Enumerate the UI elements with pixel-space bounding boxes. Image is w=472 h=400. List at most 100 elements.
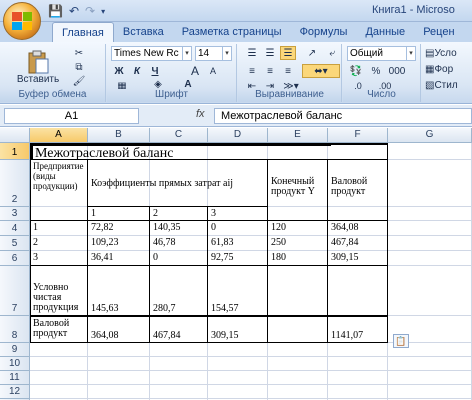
undo-icon[interactable]: ↶ — [69, 4, 79, 18]
cell-d4[interactable]: 0 — [209, 222, 267, 235]
font-size-dropdown-icon[interactable]: ▾ — [223, 46, 232, 61]
cell-b4[interactable]: 72,82 — [89, 222, 147, 235]
cell-b2[interactable]: Коэффициенты прямых затрат aij — [89, 178, 267, 192]
align-left-button[interactable]: ≡ — [244, 64, 260, 78]
row-header-12[interactable]: 12 — [0, 385, 30, 399]
redo-icon[interactable]: ↷ — [85, 4, 95, 18]
number-format-field[interactable]: Общий — [347, 46, 407, 61]
tab-insert[interactable]: Вставка — [114, 22, 173, 42]
merge-center-button[interactable]: ⬌▾ — [302, 64, 340, 78]
cell-c7[interactable]: 280,7 — [151, 303, 207, 315]
align-center-button[interactable]: ≡ — [262, 64, 278, 78]
cell-e5[interactable]: 250 — [269, 237, 327, 250]
cell-f8[interactable]: 1141,07 — [329, 330, 387, 342]
cell-a7[interactable]: Условно чистая продукция — [31, 268, 87, 314]
font-name-field[interactable]: Times New Rc — [111, 46, 183, 61]
grow-font-button[interactable]: A — [187, 64, 203, 78]
bold-button[interactable]: Ж — [111, 64, 127, 78]
function-icon[interactable]: fx — [196, 108, 205, 120]
wrap-text-button[interactable]: ⤶ — [324, 46, 340, 60]
customize-qat-icon[interactable]: ▾ — [101, 7, 105, 16]
office-button[interactable] — [3, 2, 41, 40]
cell-f6[interactable]: 309,15 — [329, 252, 387, 265]
font-size-field[interactable]: 14 — [195, 46, 223, 61]
tab-formulas[interactable]: Формулы — [291, 22, 357, 42]
conditional-formatting-button[interactable]: ▤ Усло — [424, 46, 472, 60]
row-header-9[interactable]: 9 — [0, 343, 30, 357]
thousands-button[interactable]: 000 — [385, 64, 409, 78]
align-top-button[interactable]: ☰ — [244, 46, 260, 60]
column-header-b[interactable]: B — [88, 128, 150, 143]
underline-button[interactable]: Ч — [147, 64, 163, 78]
cell-e4[interactable]: 120 — [269, 222, 327, 235]
formula-input[interactable]: Межотраслевой баланс — [214, 108, 472, 124]
cell-b3[interactable]: 1 — [89, 208, 147, 220]
font-name-dropdown-icon[interactable]: ▾ — [183, 46, 192, 61]
cell-e2[interactable]: Конечный продукт Y — [269, 176, 327, 206]
row-header-7[interactable]: 7 — [0, 266, 30, 316]
row-header-4[interactable]: 4 — [0, 221, 30, 236]
cell-styles-button[interactable]: ▧ Стил — [424, 78, 472, 92]
align-middle-button[interactable]: ☰ — [262, 46, 278, 60]
row-header-10[interactable]: 10 — [0, 357, 30, 371]
cell-b8[interactable]: 364,08 — [89, 330, 147, 342]
paste-button[interactable]: Вставить — [17, 46, 59, 88]
cell-a1[interactable]: Межотраслевой баланс — [31, 144, 331, 159]
cell-b7[interactable]: 145,63 — [89, 303, 147, 315]
cell-c4[interactable]: 140,35 — [151, 222, 207, 235]
italic-button[interactable]: К — [129, 64, 145, 78]
format-painter-button[interactable]: 🖌 — [70, 74, 88, 88]
select-all-corner[interactable] — [0, 128, 30, 143]
cut-button[interactable]: ✂ — [70, 46, 88, 60]
cell-c3[interactable]: 2 — [151, 208, 207, 220]
number-format-dropdown-icon[interactable]: ▾ — [407, 46, 416, 61]
cell-d8[interactable]: 309,15 — [209, 330, 267, 342]
cell-f4[interactable]: 364,08 — [329, 222, 387, 235]
cell-b6[interactable]: 36,41 — [89, 252, 147, 265]
row-header-6[interactable]: 6 — [0, 251, 30, 266]
cell-c8[interactable]: 467,84 — [151, 330, 207, 342]
cell-d3[interactable]: 3 — [209, 208, 267, 220]
column-header-e[interactable]: E — [268, 128, 328, 143]
cell-f5[interactable]: 467,84 — [329, 237, 387, 250]
name-box[interactable]: A1 — [4, 108, 139, 124]
percent-button[interactable]: % — [369, 64, 383, 78]
row-header-1[interactable]: 1 — [0, 143, 30, 160]
align-right-button[interactable]: ≡ — [280, 64, 296, 78]
column-header-a[interactable]: A — [30, 128, 88, 143]
tab-review[interactable]: Рецен — [414, 22, 463, 42]
cell-a4[interactable]: 1 — [31, 222, 87, 235]
column-header-c[interactable]: C — [150, 128, 208, 143]
copy-button[interactable]: ⧉ — [70, 60, 88, 74]
cell-a8[interactable]: Валовой продукт — [31, 318, 87, 342]
cell-d5[interactable]: 61,83 — [209, 237, 267, 250]
row-header-2[interactable]: 2 — [0, 160, 30, 207]
column-header-f[interactable]: F — [328, 128, 388, 143]
cell-a5[interactable]: 2 — [31, 237, 87, 250]
align-bottom-button[interactable]: ☰ — [280, 46, 296, 60]
format-as-table-button[interactable]: ▦ Фор — [424, 62, 472, 76]
row-header-8[interactable]: 8 — [0, 316, 30, 343]
cell-f2[interactable]: Валовой продукт — [329, 176, 387, 206]
row-header-3[interactable]: 3 — [0, 207, 30, 221]
shrink-font-button[interactable]: A — [205, 64, 221, 78]
row-header-11[interactable]: 11 — [0, 371, 30, 385]
cell-c5[interactable]: 46,78 — [151, 237, 207, 250]
column-header-d[interactable]: D — [208, 128, 268, 143]
cell-e6[interactable]: 180 — [269, 252, 327, 265]
tab-data[interactable]: Данные — [356, 22, 414, 42]
orientation-button[interactable]: ↗ — [302, 46, 322, 60]
currency-button[interactable]: 💱 — [347, 64, 365, 78]
tab-home[interactable]: Главная — [52, 22, 114, 43]
cell-c6[interactable]: 0 — [151, 252, 207, 265]
cell-a6[interactable]: 3 — [31, 252, 87, 265]
cell-b5[interactable]: 109,23 — [89, 237, 147, 250]
worksheet-grid[interactable]: A B C D E F G 1 2 3 4 5 6 7 8 9 10 11 12… — [0, 128, 472, 400]
cell-d6[interactable]: 92,75 — [209, 252, 267, 265]
tab-page-layout[interactable]: Разметка страницы — [173, 22, 291, 42]
paste-options-icon[interactable]: 📋 — [393, 334, 409, 348]
cell-a2[interactable]: Предприятие (виды продукции) — [31, 160, 87, 206]
row-header-5[interactable]: 5 — [0, 236, 30, 251]
save-icon[interactable]: 💾 — [48, 4, 63, 18]
column-header-g[interactable]: G — [388, 128, 472, 143]
